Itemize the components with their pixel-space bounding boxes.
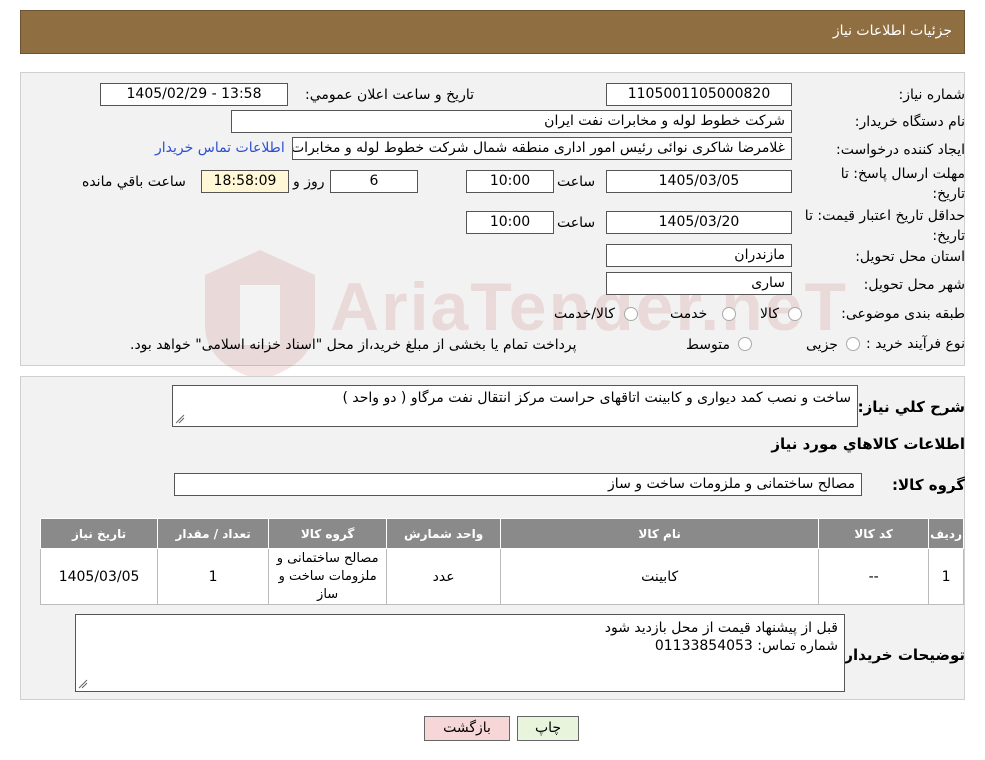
category-option-goods: کالا [760, 306, 779, 322]
process-radio-medium[interactable] [738, 337, 752, 351]
col-unit: واحد شمارش [386, 518, 502, 549]
city-field: ساری [606, 272, 792, 295]
category-option-service: خدمت [670, 306, 708, 322]
process-radio-minor[interactable] [846, 337, 860, 351]
category-radio-goods[interactable] [788, 307, 802, 321]
buyer-contact-link[interactable]: اطلاعات تماس خریدار [155, 140, 285, 156]
announce-label: تاریخ و ساعت اعلان عمومي: [305, 87, 474, 103]
resize-handle-icon[interactable] [78, 679, 88, 689]
remaining-label: ساعت باقي مانده [82, 174, 186, 190]
page-header: جزئیات اطلاعات نیاز [20, 10, 965, 54]
buyer-org-label: نام دستگاه خریدار: [854, 114, 965, 130]
goods-group-label: گروه کالا: [892, 476, 965, 494]
resize-handle-icon[interactable] [175, 414, 185, 424]
buyer-notes-label: توضیحات خریدار: [838, 646, 965, 664]
process-note: پرداخت تمام یا بخشی از مبلغ خرید،از محل … [130, 337, 577, 353]
city-label: شهر محل تحویل: [863, 277, 965, 293]
category-option-goods-service: کالا/خدمت [554, 306, 615, 322]
table-header-row: ردیف کد کالا نام کالا واحد شمارش گروه کا… [39, 518, 964, 549]
cell-row: 1 [928, 548, 964, 605]
deadline-time-label: ساعت [557, 174, 596, 190]
col-code: کد کالا [818, 518, 930, 549]
table-row: 1 -- کابینت عدد مصالح ساختمانی و ملزومات… [39, 548, 964, 605]
buyer-org-field: شرکت خطوط لوله و مخابرات نفت ایران [231, 110, 792, 133]
goods-table: ردیف کد کالا نام کالا واحد شمارش گروه کا… [39, 518, 964, 605]
category-radio-goods-service[interactable] [624, 307, 638, 321]
col-qty: تعداد / مقدار [157, 518, 270, 549]
province-field: مازندران [606, 244, 792, 267]
goods-group-field: مصالح ساختمانی و ملزومات ساخت و ساز [174, 473, 862, 496]
province-label: استان محل تحویل: [855, 249, 965, 265]
summary-field: ساخت و نصب کمد دیواری و کابینت اتاقهای ح… [172, 385, 858, 427]
items-heading: اطلاعات کالاهاي مورد نیاز [771, 435, 965, 453]
buyer-notes-line2: شماره تماس: 01133854053 [654, 638, 838, 654]
col-row: ردیف [928, 518, 964, 549]
days-field: 6 [330, 170, 418, 193]
days-label: روز و [293, 174, 325, 190]
col-name: نام کالا [500, 518, 820, 549]
cell-group: مصالح ساختمانی و ملزومات ساخت و ساز [268, 548, 388, 605]
cell-unit: عدد [386, 548, 502, 605]
need-number-label: شماره نیاز: [898, 87, 966, 103]
need-number-field: 1105001105000820 [606, 83, 792, 106]
back-button[interactable]: بازگشت [424, 716, 510, 741]
cell-code: -- [818, 548, 930, 605]
validity-date-field: 1405/03/20 [606, 211, 792, 234]
requester-label: ایجاد کننده درخواست: [836, 142, 965, 158]
col-group: گروه کالا [268, 518, 388, 549]
page-title: جزئیات اطلاعات نیاز [832, 23, 952, 39]
process-option-medium: متوسط [686, 337, 730, 353]
buyer-notes-field: قبل از پیشنهاد قیمت از محل بازدید شود شم… [75, 614, 845, 692]
process-option-minor: جزیی [806, 337, 838, 353]
requester-field: غلامرضا شاکری نوائی رئیس امور اداری منطق… [292, 137, 792, 160]
cell-qty: 1 [157, 548, 270, 605]
process-label: نوع فرآیند خرید : [866, 336, 965, 352]
validity-time-label: ساعت [557, 215, 596, 231]
cell-name: کابینت [500, 548, 820, 605]
deadline-time-field: 10:00 [466, 170, 554, 193]
summary-label: شرح کلي نیاز: [857, 398, 965, 416]
validity-label: حداقل تاریخ اعتبار قیمت: تا تاریخ: [804, 208, 965, 244]
col-date: تاریخ نیاز [39, 518, 159, 549]
category-radio-service[interactable] [722, 307, 736, 321]
category-label: طبقه بندی موضوعی: [841, 306, 965, 322]
print-button[interactable]: چاپ [517, 716, 579, 741]
buyer-notes-line1: قبل از پیشنهاد قیمت از محل بازدید شود [604, 620, 838, 636]
remaining-time-field: 18:58:09 [201, 170, 289, 193]
cell-date: 1405/03/05 [39, 548, 159, 605]
announce-field: 1405/02/29 - 13:58 [100, 83, 288, 106]
deadline-label: مهلت ارسال پاسخ: تا تاریخ: [840, 166, 965, 202]
deadline-date-field: 1405/03/05 [606, 170, 792, 193]
validity-time-field: 10:00 [466, 211, 554, 234]
